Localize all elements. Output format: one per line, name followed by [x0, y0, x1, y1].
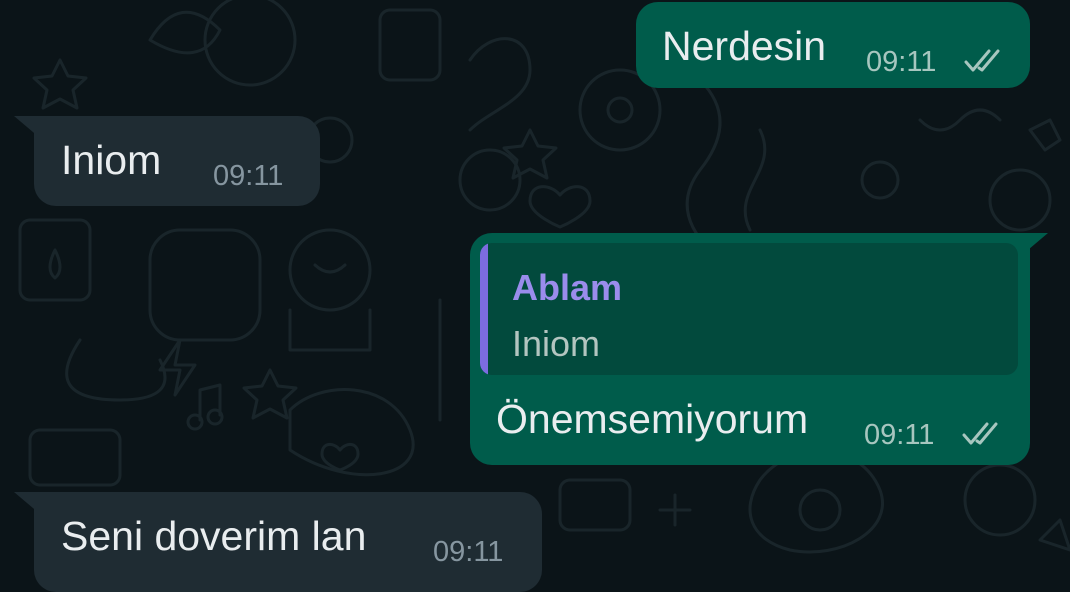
message-bubble-incoming[interactable]: Iniom 09:11	[34, 116, 320, 206]
message-text: Iniom	[61, 137, 162, 183]
quoted-message[interactable]: Ablam Iniom	[480, 243, 1018, 375]
message-timestamp: 09:11	[866, 46, 937, 78]
message-text: Seni doverim lan	[61, 513, 367, 559]
message-timestamp: 09:11	[433, 536, 504, 568]
double-check-icon	[962, 422, 998, 445]
message-bubble-outgoing[interactable]: Nerdesin 09:11	[636, 2, 1030, 88]
quoted-author: Ablam	[512, 267, 623, 308]
message-bubble-outgoing-reply[interactable]: Ablam Iniom Önemsemiyorum 09:11	[470, 233, 1030, 465]
quote-accent-bar	[480, 243, 488, 375]
quoted-text: Iniom	[512, 323, 601, 364]
message-text: Nerdesin	[662, 23, 827, 69]
message-bubble-incoming[interactable]: Seni doverim lan 09:11	[34, 492, 542, 592]
message-timestamp: 09:11	[213, 160, 284, 192]
message-text: Önemsemiyorum	[496, 396, 809, 442]
double-check-icon	[964, 49, 1000, 72]
message-timestamp: 09:11	[864, 419, 935, 451]
